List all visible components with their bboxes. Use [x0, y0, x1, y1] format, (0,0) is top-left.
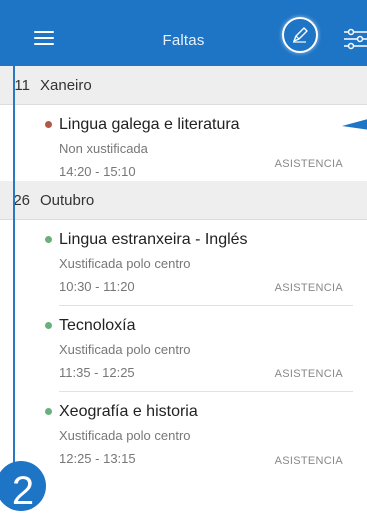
- absence-type: ASISTENCIA: [274, 368, 343, 380]
- justified-status-dot: [45, 236, 52, 243]
- edit-button[interactable]: [282, 17, 318, 53]
- section-day: 11: [14, 76, 30, 94]
- absence-status: Xustificada polo centro: [59, 342, 191, 357]
- absence-status: Non xustificada: [59, 141, 148, 156]
- absence-item[interactable]: Xeografía e historia Xustificada polo ce…: [0, 392, 367, 478]
- absence-item[interactable]: Tecnoloxía Xustificada polo centro 11:35…: [0, 306, 367, 392]
- section-day: 26: [13, 191, 30, 209]
- justified-status-dot: [45, 322, 52, 329]
- absence-subject: Lingua estranxeira - Inglés: [59, 231, 248, 248]
- absence-item[interactable]: Lingua galega e literatura Non xustifica…: [0, 105, 367, 181]
- sliders-filter-icon[interactable]: [343, 28, 367, 50]
- absence-type: ASISTENCIA: [274, 455, 343, 467]
- absences-list: 11 Xaneiro Lingua galega e literatura No…: [0, 66, 367, 478]
- absence-type: ASISTENCIA: [274, 282, 343, 294]
- date-section-header: 26 Outubro: [0, 181, 367, 220]
- date-section-header: 11 Xaneiro: [0, 66, 367, 105]
- app-header: Faltas: [0, 0, 367, 66]
- unjustified-status-dot: [45, 121, 52, 128]
- pencil-edit-icon: [293, 27, 308, 43]
- arrow-pointer-icon: [342, 119, 367, 130]
- section-month: Xaneiro: [40, 76, 92, 94]
- left-frame-line: [13, 66, 15, 499]
- absence-item[interactable]: Lingua estranxeira - Inglés Xustificada …: [0, 220, 367, 306]
- absence-status: Xustificada polo centro: [59, 256, 191, 271]
- absence-status: Xustificada polo centro: [59, 428, 191, 443]
- absence-subject: Lingua galega e literatura: [59, 116, 240, 133]
- justified-status-dot: [45, 408, 52, 415]
- absence-type: ASISTENCIA: [274, 158, 343, 170]
- section-month: Outubro: [40, 191, 95, 209]
- absence-subject: Tecnoloxía: [59, 317, 136, 334]
- step-number-badge: 2: [0, 461, 46, 513]
- absence-subject: Xeografía e historia: [59, 403, 198, 420]
